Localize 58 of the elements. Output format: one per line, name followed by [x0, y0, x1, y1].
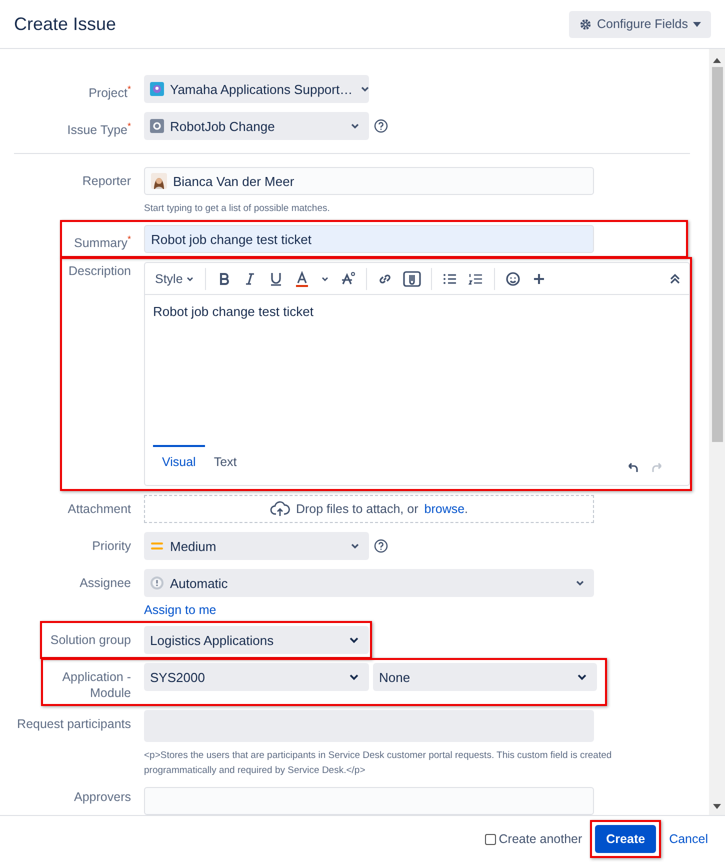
style-dropdown[interactable]: Style [155, 272, 195, 286]
caret-icon [693, 22, 701, 26]
select-field[interactable]: Automatic [144, 569, 594, 597]
user-avatar-icon [151, 173, 167, 189]
text-color-icon[interactable] [294, 270, 310, 286]
issue-type-icon [150, 119, 164, 133]
help-icon[interactable] [374, 539, 388, 553]
scroll-down-icon[interactable] [713, 804, 721, 810]
field-label: Assignee [78, 575, 131, 591]
field-hint: <p>Stores the users that are participants in Service Desk customer portal requests. This custom field is created programmatically and required by Service Desk.</p> [144, 749, 613, 778]
project-avatar-icon [150, 82, 164, 96]
select-field[interactable]: SYS2000 [144, 663, 369, 691]
editor-mode-tab[interactable]: Text [204, 445, 246, 475]
field-label: Attachment [66, 501, 131, 517]
drop-text: Drop files to attach, or [296, 502, 418, 516]
attachment-icon[interactable] [402, 270, 421, 286]
select-field[interactable]: RobotJob Change [144, 112, 369, 140]
period-text: . [464, 502, 468, 516]
settings-icon [578, 18, 592, 30]
field-label: Project$^{*}$ [88, 83, 131, 102]
field-label: Request participants [16, 716, 131, 732]
required-mark: * [127, 121, 131, 131]
select-field[interactable]: Yamaha Applications Support… [144, 75, 369, 103]
field-hint: Start typing to get a list of possible matches. [144, 202, 331, 216]
rich-text-editor[interactable]: Style Robot job change test ticket Visual Text [144, 262, 690, 486]
file-drop-zone[interactable]: Drop files to attach, or browse. [144, 495, 594, 523]
cloud-upload-icon [270, 501, 290, 517]
select-field[interactable]: Logistics Applications [144, 626, 369, 654]
field-label: Priority [91, 538, 131, 554]
assign-to-me-link[interactable]: Assign to me [144, 603, 594, 617]
required-mark: * [127, 234, 131, 244]
field-label: Solution group [49, 632, 131, 648]
field-label: Application - Module [61, 669, 131, 701]
field-label: Reporter [81, 173, 131, 189]
select-field[interactable]: Medium [144, 532, 369, 560]
unknown-user-icon [150, 576, 164, 590]
editor-mode-tab[interactable]: Visual [153, 445, 205, 475]
field-label: Issue Type$^{*}$ [66, 120, 131, 138]
create-button[interactable]: Create [595, 825, 656, 853]
approvers-field[interactable] [144, 787, 594, 815]
browse-link[interactable]: browse [424, 502, 465, 516]
summary-field[interactable]: Robot job change test ticket [144, 225, 594, 253]
select-field[interactable]: None [373, 663, 597, 691]
clear-format-icon[interactable] [340, 270, 356, 286]
configure-fields-button[interactable]: Configure Fields [568, 10, 711, 38]
scroll-up-icon[interactable] [713, 57, 721, 63]
help-icon[interactable] [374, 119, 388, 133]
dialog-title: Create Issue [14, 14, 116, 34]
field-label: Description [67, 263, 131, 279]
description-text: Robot job change test ticket [153, 304, 314, 319]
field-label: Summary$^{*}$ [73, 233, 131, 252]
cancel-link[interactable]: Cancel [669, 832, 708, 846]
create-another-checkbox[interactable]: Create another [484, 832, 582, 846]
scrollbar[interactable] [709, 49, 725, 815]
user-field[interactable]: Bianca Van der Meer [144, 167, 594, 195]
field-label: Approvers [73, 789, 131, 805]
emoji-icon[interactable] [504, 270, 521, 286]
required-mark: * [127, 84, 131, 94]
